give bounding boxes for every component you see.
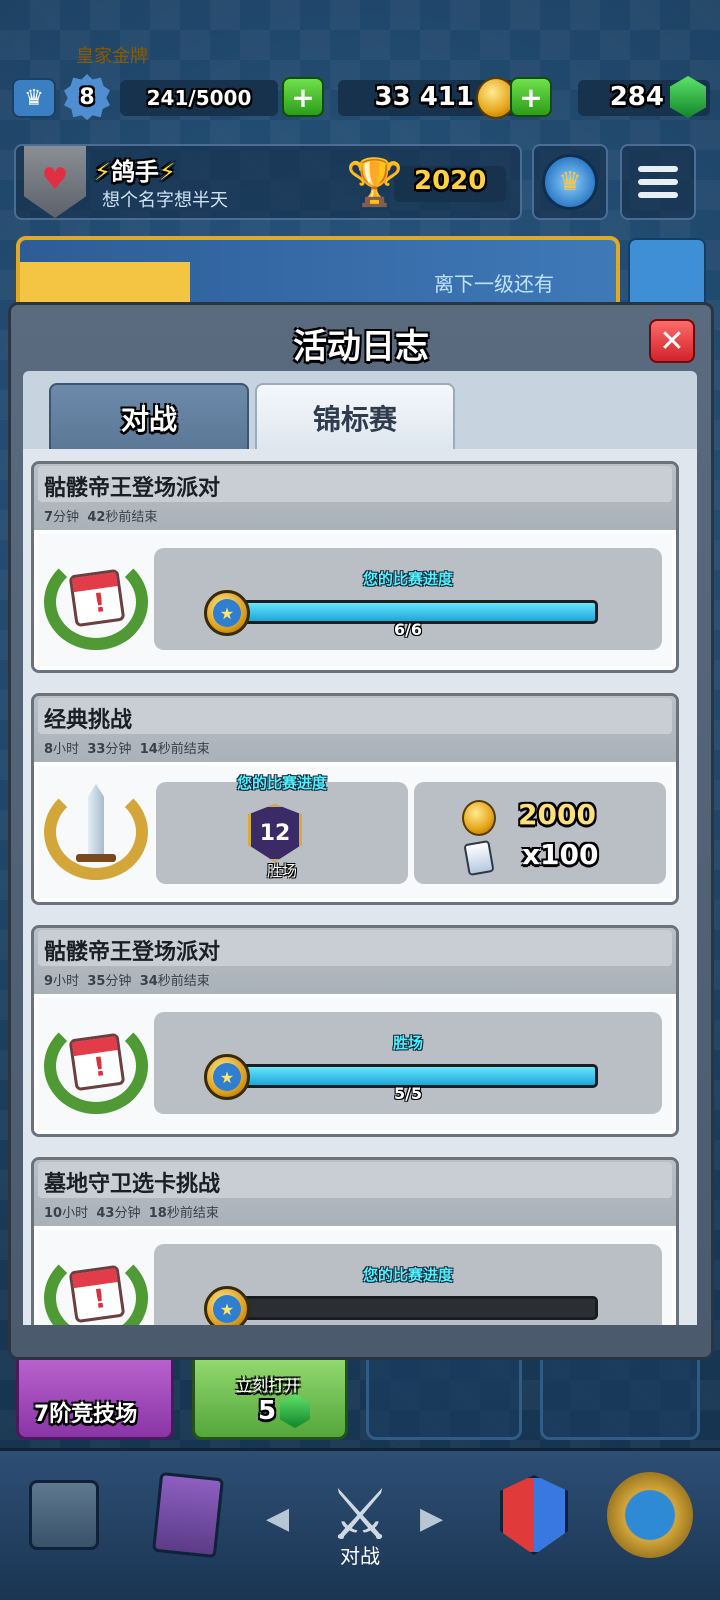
gem-counter: 284	[578, 76, 710, 118]
activity-entry[interactable]: 骷髅帝王登场派对 7分钟 42秒前结束 ! 您的比赛进度 ★ 6/6	[31, 461, 679, 673]
player-name-text: 鸽手	[110, 158, 159, 186]
tab-bar: 对战 锦标赛	[23, 371, 697, 451]
progress-label: 胜场	[392, 1034, 423, 1052]
entry-title: 经典挑战	[44, 708, 133, 733]
wins-badge: 12	[248, 804, 302, 862]
gold-value: 33 411	[374, 82, 474, 112]
chest-slot-2-cost: 5	[258, 1396, 277, 1426]
gem-value: 284	[609, 82, 664, 112]
clan-shield-icon: ♥	[24, 146, 86, 218]
progress-panel: 您的比赛进度 ★	[154, 1244, 662, 1325]
progress-label: 您的比赛进度	[236, 774, 327, 792]
gold-coin-icon	[462, 800, 496, 836]
trophy-count: 2020	[414, 166, 487, 196]
modal-title: 活动日志	[293, 327, 429, 367]
activity-entry[interactable]: 墓地守卫选卡挑战 10小时 43分钟 18秒前结束 ! 您的比赛进度 ★	[31, 1157, 679, 1325]
king-level-button[interactable]: ♛	[532, 144, 608, 220]
entry-title: 骷髅帝王登场派对	[44, 940, 221, 965]
medal-icon: ★	[204, 1286, 250, 1325]
progress-panel: 胜场 ★ 5/5	[154, 1012, 662, 1114]
tab-battle[interactable]: 对战	[49, 383, 249, 451]
close-icon: ✕	[659, 323, 685, 359]
entry-body: ! 您的比赛进度 ★	[34, 1226, 676, 1325]
calendar-icon: !	[68, 1264, 126, 1324]
progress-panel: 您的比赛进度 ★ 6/6	[154, 548, 662, 650]
gold-counter: 33 411	[338, 77, 518, 119]
wins-label: 胜场	[266, 862, 297, 880]
entry-time: 8小时 33分钟 14秒前结束	[44, 742, 210, 757]
activity-entry[interactable]: 经典挑战 8小时 33分钟 14秒前结束 您的比赛进度 12 胜场 2000 x…	[31, 693, 679, 905]
banner-tag-text: 皇家金牌	[76, 46, 148, 67]
hamburger-icon	[638, 166, 678, 172]
lightning-icon: ⚡	[158, 158, 176, 186]
event-emblem	[44, 784, 148, 880]
entry-header: 墓地守卫选卡挑战 10小时 43分钟 18秒前结束	[34, 1160, 676, 1226]
buy-gems-button[interactable]: +	[510, 77, 552, 117]
close-button[interactable]: ✕	[649, 319, 695, 363]
crown-icon[interactable]: ♛	[12, 78, 56, 118]
entry-header: 骷髅帝王登场派对 9小时 35分钟 34秒前结束	[34, 928, 676, 994]
banner-tag	[20, 262, 190, 302]
crown-icon: ♛	[542, 154, 598, 210]
resource-bar: ♛ 8 241/5000 + 33 411 + 284	[12, 74, 710, 120]
xp-counter: 241/5000	[120, 80, 278, 116]
banner-next-level: 离下一级还有	[434, 272, 554, 296]
entry-title: 墓地守卫选卡挑战	[44, 1172, 221, 1197]
player-name: ⚡鸽手⚡	[94, 152, 176, 187]
level-badge[interactable]: 8	[64, 74, 110, 120]
chevron-right-icon[interactable]: ▶	[420, 1501, 443, 1536]
activity-list[interactable]: 骷髅帝王登场派对 7分钟 42秒前结束 ! 您的比赛进度 ★ 6/6 经典挑战 …	[23, 449, 697, 1325]
nav-battle-label: 对战	[340, 1544, 380, 1568]
player-profile[interactable]: ♥ ⚡鸽手⚡ 想个名字想半天 🏆 2020	[14, 144, 522, 220]
progress-fill	[223, 603, 595, 621]
entry-header: 经典挑战 8小时 33分钟 14秒前结束	[34, 696, 676, 762]
entry-time: 10小时 43分钟 18秒前结束	[44, 1206, 219, 1221]
tab-tournament[interactable]: 锦标赛	[255, 383, 455, 451]
chest-slot-1-label: 7阶竞技场	[34, 1402, 138, 1427]
progress-fill	[223, 1067, 595, 1085]
progress-value: 6/6	[393, 620, 423, 639]
event-emblem: !	[44, 554, 148, 650]
lightning-icon: ⚡	[94, 158, 111, 186]
entry-body: 您的比赛进度 12 胜场 2000 x100	[34, 762, 676, 902]
progress-label: 您的比赛进度	[362, 570, 453, 588]
menu-button[interactable]	[620, 144, 696, 220]
calendar-icon: !	[68, 1032, 126, 1092]
event-emblem: !	[44, 1018, 148, 1114]
card-icon	[463, 839, 495, 877]
entry-time: 7分钟 42秒前结束	[44, 510, 158, 525]
entry-time: 9小时 35分钟 34秒前结束	[44, 974, 210, 989]
reward-gold: 2000	[518, 798, 596, 831]
entry-body: ! 您的比赛进度 ★ 6/6	[34, 530, 676, 670]
wins-panel: 您的比赛进度 12 胜场	[156, 774, 408, 884]
progress-value: 5/5	[393, 1084, 423, 1103]
reward-cards: x100	[522, 838, 599, 871]
clan-name: 想个名字想半天	[102, 190, 228, 211]
activity-entry[interactable]: 骷髅帝王登场派对 9小时 35分钟 34秒前结束 ! 胜场 ★ 5/5	[31, 925, 679, 1137]
bottom-nav: ◀ ⚔ ▶	[0, 1448, 720, 1600]
rewards-panel: 2000 x100	[414, 782, 666, 884]
entry-body: ! 胜场 ★ 5/5	[34, 994, 676, 1134]
progress-bar	[220, 1296, 598, 1320]
chevron-left-icon[interactable]: ◀	[266, 1501, 289, 1536]
activity-log-modal: 活动日志 ✕ 对战 锦标赛 骷髅帝王登场派对 7分钟 42秒前结束 ! 您的比赛…	[8, 302, 714, 1360]
calendar-icon: !	[68, 568, 126, 628]
event-emblem: !	[44, 1250, 148, 1325]
gem-icon	[670, 76, 706, 118]
friends-button[interactable]	[628, 238, 706, 312]
entry-title: 骷髅帝王登场派对	[44, 476, 221, 501]
progress-label: 您的比赛进度	[362, 1266, 453, 1284]
entry-header: 骷髅帝王登场派对 7分钟 42秒前结束	[34, 464, 676, 530]
trophy-icon: 🏆	[346, 155, 404, 209]
chest-slot-2-label: 立刻打开	[236, 1376, 301, 1395]
buy-gold-button[interactable]: +	[282, 77, 324, 117]
